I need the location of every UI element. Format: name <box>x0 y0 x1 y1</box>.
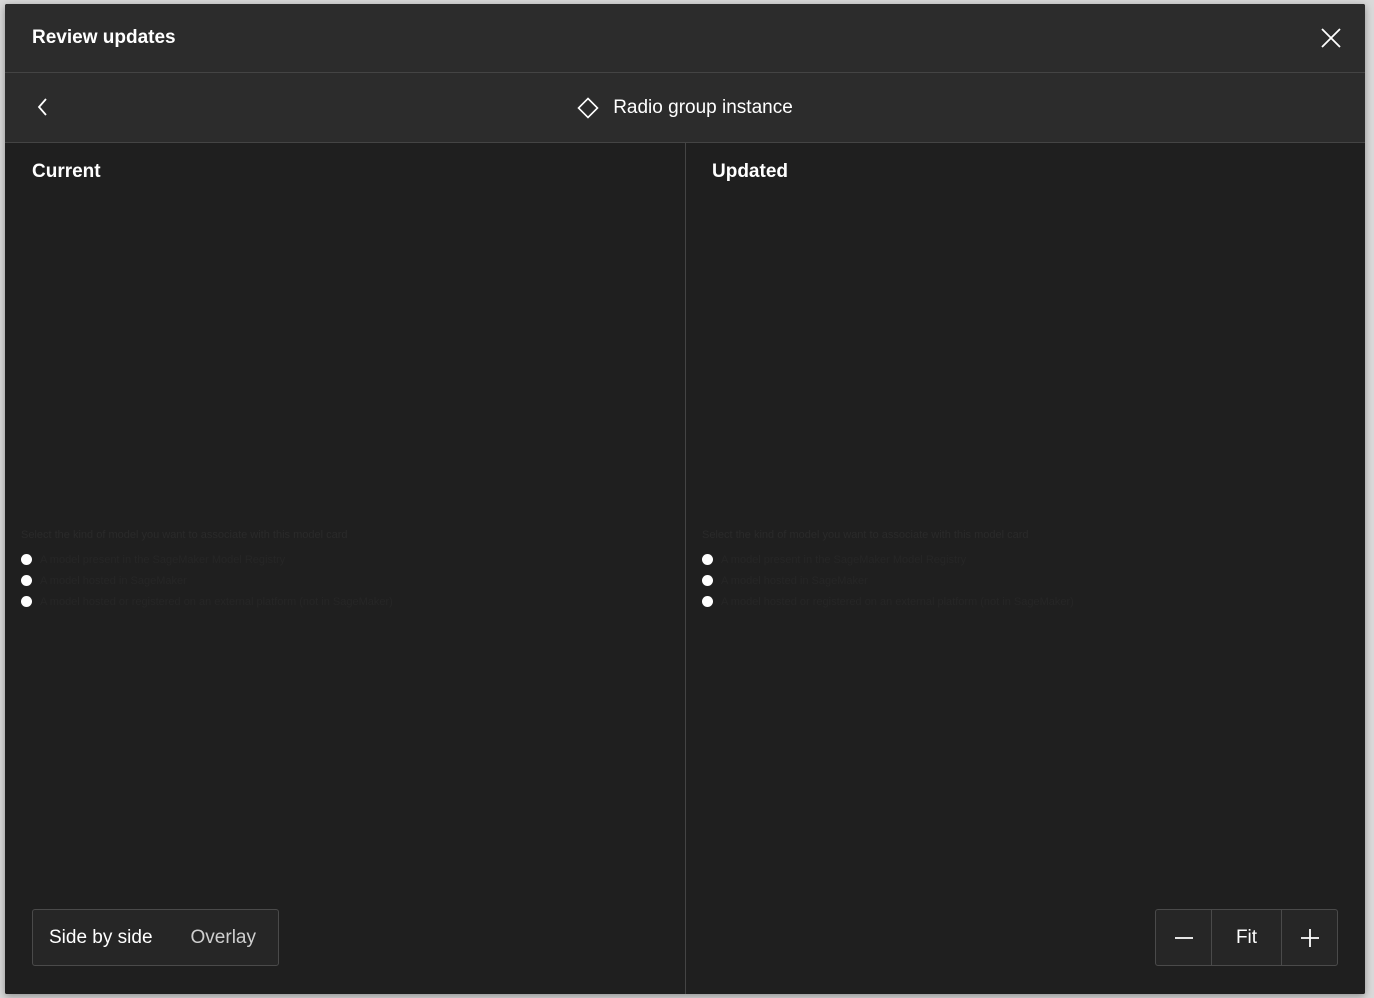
overlay-button[interactable]: Overlay <box>169 910 272 965</box>
zoom-controls: Fit <box>1155 909 1338 966</box>
radio-option: A model hosted or registered on an exter… <box>21 591 481 612</box>
radio-option: A model hosted in SageMaker <box>21 570 481 591</box>
review-updates-dialog: Review updates Radio group instance Curr… <box>5 4 1365 994</box>
preview-question: Select the kind of model you want to ass… <box>702 529 1029 541</box>
radio-option-label: A model hosted or registered on an exter… <box>721 595 1074 608</box>
radio-button <box>21 596 32 607</box>
dialog-title: Review updates <box>32 27 176 48</box>
minus-icon <box>1174 936 1193 939</box>
radio-button <box>702 575 713 586</box>
zoom-in-button[interactable] <box>1282 910 1337 965</box>
radio-button <box>21 554 32 565</box>
radio-option: A model hosted or registered on an exter… <box>702 591 1162 612</box>
radio-option-label: A model present in the SageMaker Model R… <box>721 553 967 566</box>
zoom-fit-button[interactable]: Fit <box>1212 910 1282 965</box>
updated-preview: Select the kind of model you want to ass… <box>702 528 1162 612</box>
radio-option-label: A model present in the SageMaker Model R… <box>40 553 286 566</box>
current-preview: Select the kind of model you want to ass… <box>21 528 481 612</box>
preview-question: Select the kind of model you want to ass… <box>21 529 348 541</box>
component-diamond-icon <box>577 96 599 119</box>
updated-panel: Updated Select the kind of model you wan… <box>686 143 1365 994</box>
radio-option-label: A model hosted or registered on an exter… <box>40 595 393 608</box>
radio-button <box>702 554 713 565</box>
view-mode-toggle: Side by side Overlay <box>32 909 279 966</box>
close-button[interactable] <box>1315 22 1347 54</box>
dialog-header: Review updates <box>5 4 1365 73</box>
radio-option-label: A model hosted in SageMaker <box>40 574 187 587</box>
instance-title: Radio group instance <box>5 73 1365 142</box>
radio-button <box>702 596 713 607</box>
instance-name: Radio group instance <box>613 96 793 118</box>
side-by-side-button[interactable]: Side by side <box>33 910 169 965</box>
current-label: Current <box>32 161 101 182</box>
zoom-out-button[interactable] <box>1156 910 1212 965</box>
updated-label: Updated <box>712 161 788 182</box>
instance-header: Radio group instance <box>5 73 1365 143</box>
radio-option: A model present in the SageMaker Model R… <box>21 549 481 570</box>
radio-option-label: A model hosted in SageMaker <box>721 574 868 587</box>
close-icon <box>1321 28 1341 48</box>
radio-option: A model hosted in SageMaker <box>702 570 1162 591</box>
radio-button <box>21 575 32 586</box>
current-panel: Current Select the kind of model you wan… <box>5 143 686 994</box>
plus-icon <box>1300 928 1319 947</box>
radio-option: A model present in the SageMaker Model R… <box>702 549 1162 570</box>
